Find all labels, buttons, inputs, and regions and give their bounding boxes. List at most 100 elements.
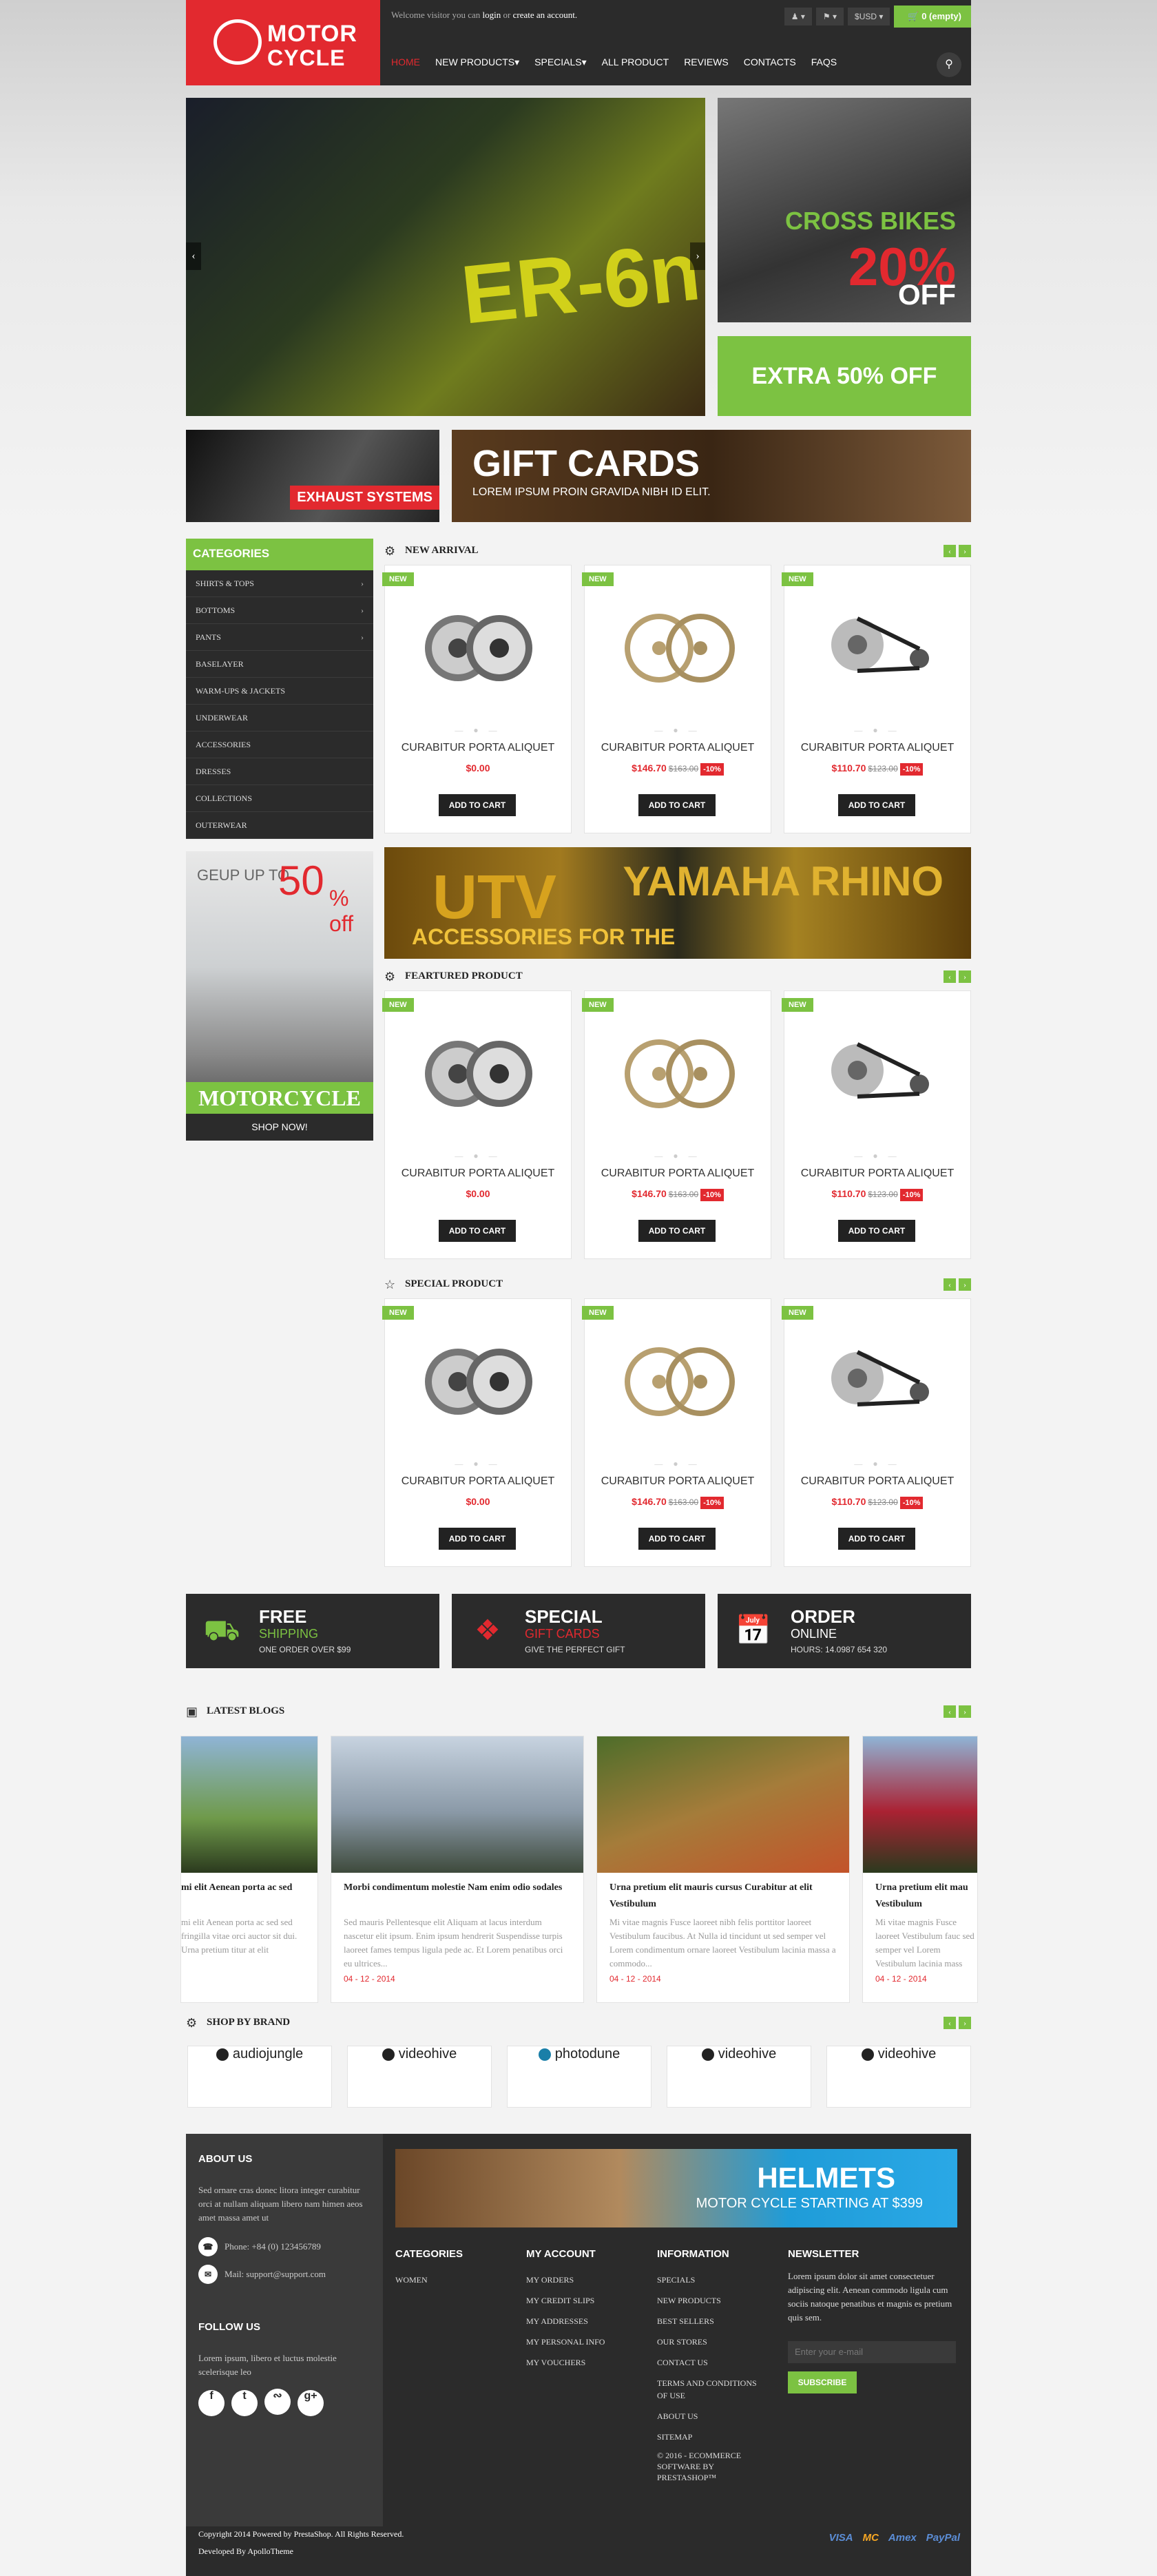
utv-accessories-banner[interactable]: UTV ACCESSORIES FOR THE YAMAHA RHINO xyxy=(384,847,971,959)
add-to-cart-button[interactable]: ADD TO CART xyxy=(838,794,915,816)
exhaust-banner[interactable]: EXHAUST SYSTEMS xyxy=(186,430,439,522)
main-slider[interactable]: ER-6n ‹ › xyxy=(186,98,705,416)
footer-link[interactable]: MY ADDRESSES xyxy=(526,2311,643,2331)
add-to-cart-button[interactable]: ADD TO CART xyxy=(838,1528,915,1550)
add-to-cart-button[interactable]: ADD TO CART xyxy=(638,1528,716,1550)
brand-logo[interactable]: audiojungle xyxy=(187,2046,332,2108)
user-menu-button[interactable]: ♟ ▾ xyxy=(784,8,812,25)
slider-next-button[interactable]: › xyxy=(690,242,705,270)
product-card[interactable]: NEW — ● — CURABITUR PORTA ALIQUET $110.7… xyxy=(782,565,971,833)
carousel-prev-button[interactable]: ‹ xyxy=(944,2017,956,2029)
extra-off-banner[interactable]: EXTRA 50% OFF xyxy=(718,336,971,416)
cart-button[interactable]: 🛒 0 (empty) xyxy=(894,6,971,28)
footer-link[interactable]: MY VOUCHERS xyxy=(526,2352,643,2373)
category-item[interactable]: WARM-UPS & JACKETS xyxy=(186,678,373,705)
footer-link[interactable]: WOMEN xyxy=(395,2269,512,2290)
blog-title[interactable]: Morbi condimentum molestie Nam enim odio… xyxy=(344,1880,571,1896)
footer-link[interactable]: ABOUT US xyxy=(657,2406,760,2427)
product-name[interactable]: CURABITUR PORTA ALIQUET xyxy=(385,1475,571,1488)
language-selector[interactable]: ⚑ ▾ xyxy=(815,8,844,25)
product-name[interactable]: CURABITUR PORTA ALIQUET xyxy=(784,742,970,754)
blog-title[interactable]: Urna pretium elit mauris cursus Curabitu… xyxy=(609,1880,837,1913)
promo-shop-now[interactable]: SHOP NOW! xyxy=(186,1114,373,1141)
footer-link[interactable]: TERMS AND CONDITIONS OF USE xyxy=(657,2377,760,2402)
product-card[interactable]: NEW — ● — CURABITUR PORTA ALIQUET $146.7… xyxy=(582,565,771,833)
nav-contacts[interactable]: CONTACTS xyxy=(744,56,796,68)
product-name[interactable]: CURABITUR PORTA ALIQUET xyxy=(385,1167,571,1180)
product-name[interactable]: CURABITUR PORTA ALIQUET xyxy=(784,1475,970,1488)
carousel-prev-button[interactable]: ‹ xyxy=(944,1278,956,1291)
carousel-prev-button[interactable]: ‹ xyxy=(944,1705,956,1718)
carousel-next-button[interactable]: › xyxy=(959,1705,971,1718)
category-item[interactable]: BOTTOMS › xyxy=(186,597,373,624)
twitter-icon[interactable]: t xyxy=(231,2390,258,2416)
carousel-next-button[interactable]: › xyxy=(959,545,971,557)
brand-logo[interactable]: videohive xyxy=(826,2046,971,2108)
category-item[interactable]: DRESSES xyxy=(186,758,373,785)
category-item[interactable]: PANTS › xyxy=(186,624,373,651)
nav-specials[interactable]: SPECIALS▾ xyxy=(534,56,587,68)
footer-link[interactable]: SITEMAP xyxy=(657,2427,760,2447)
blog-card[interactable]: Urna pretium elit mau Vestibulum Mi vita… xyxy=(862,1736,978,2003)
carousel-next-button[interactable]: › xyxy=(959,970,971,983)
subscribe-button[interactable]: SUBSCRIBE xyxy=(788,2371,857,2393)
category-item[interactable]: ACCESSORIES xyxy=(186,731,373,758)
product-name[interactable]: CURABITUR PORTA ALIQUET xyxy=(385,742,571,754)
product-name[interactable]: CURABITUR PORTA ALIQUET xyxy=(585,742,771,754)
helmets-banner[interactable]: HELMETS MOTOR CYCLE STARTING AT $399 xyxy=(395,2149,957,2227)
blog-title[interactable]: Urna pretium elit mau Vestibulum xyxy=(875,1880,977,1913)
product-card[interactable]: NEW — ● — CURABITUR PORTA ALIQUET $0.00 … xyxy=(382,990,572,1259)
category-item[interactable]: COLLECTIONS xyxy=(186,785,373,812)
create-account-link[interactable]: create an account. xyxy=(513,10,577,20)
brand-logo[interactable]: videohive xyxy=(667,2046,811,2108)
brand-logo[interactable]: videohive xyxy=(347,2046,492,2108)
cross-bikes-banner[interactable]: CROSS BIKES 20% OFF xyxy=(718,98,971,322)
blog-card[interactable]: Urna pretium elit mauris cursus Curabitu… xyxy=(596,1736,850,2003)
footer-link[interactable]: CONTACT US xyxy=(657,2352,760,2373)
newsletter-email-input[interactable]: Enter your e-mail xyxy=(788,2341,956,2363)
product-name[interactable]: CURABITUR PORTA ALIQUET xyxy=(585,1167,771,1180)
slider-prev-button[interactable]: ‹ xyxy=(186,242,201,270)
add-to-cart-button[interactable]: ADD TO CART xyxy=(638,1220,716,1242)
add-to-cart-button[interactable]: ADD TO CART xyxy=(638,794,716,816)
carousel-next-button[interactable]: › xyxy=(959,1278,971,1291)
product-name[interactable]: CURABITUR PORTA ALIQUET xyxy=(585,1475,771,1488)
nav-all-product[interactable]: ALL PRODUCT xyxy=(602,56,669,68)
currency-selector[interactable]: $USD ▾ xyxy=(848,8,890,25)
nav-faqs[interactable]: FAQS xyxy=(811,56,837,68)
product-card[interactable]: NEW — ● — CURABITUR PORTA ALIQUET $146.7… xyxy=(582,990,771,1259)
product-card[interactable]: NEW — ● — CURABITUR PORTA ALIQUET $146.7… xyxy=(582,1298,771,1567)
footer-link[interactable]: NEW PRODUCTS xyxy=(657,2290,760,2311)
add-to-cart-button[interactable]: ADD TO CART xyxy=(439,794,516,816)
add-to-cart-button[interactable]: ADD TO CART xyxy=(439,1220,516,1242)
category-item[interactable]: UNDERWEAR xyxy=(186,705,373,731)
product-name[interactable]: CURABITUR PORTA ALIQUET xyxy=(784,1167,970,1180)
carousel-next-button[interactable]: › xyxy=(959,2017,971,2029)
facebook-icon[interactable]: f xyxy=(198,2390,225,2416)
blog-card[interactable]: mi elit Aenean porta ac sed mi elit Aene… xyxy=(180,1736,318,2003)
footer-link[interactable]: SPECIALS xyxy=(657,2269,760,2290)
footer-link[interactable]: BEST SELLERS xyxy=(657,2311,760,2331)
nav-home[interactable]: HOME xyxy=(391,56,420,68)
site-logo[interactable]: MOTOR CYCLE xyxy=(186,0,380,85)
add-to-cart-button[interactable]: ADD TO CART xyxy=(838,1220,915,1242)
product-card[interactable]: NEW — ● — CURABITUR PORTA ALIQUET $110.7… xyxy=(782,990,971,1259)
footer-link[interactable]: OUR STORES xyxy=(657,2331,760,2352)
product-card[interactable]: NEW — ● — CURABITUR PORTA ALIQUET $110.7… xyxy=(782,1298,971,1567)
carousel-prev-button[interactable]: ‹ xyxy=(944,970,956,983)
category-item[interactable]: SHIRTS & TOPS › xyxy=(186,570,373,597)
rss-icon[interactable]: ∾ xyxy=(264,2389,291,2415)
footer-link[interactable]: MY PERSONAL INFO xyxy=(526,2331,643,2352)
gift-cards-banner[interactable]: GIFT CARDS LOREM IPSUM PROIN GRAVIDA NIB… xyxy=(452,430,971,522)
add-to-cart-button[interactable]: ADD TO CART xyxy=(439,1528,516,1550)
motorcycle-promo-banner[interactable]: GEUP UP TO 50 % off MOTORCYCLE SHOP NOW! xyxy=(186,851,373,1141)
login-link[interactable]: login xyxy=(483,10,501,20)
blog-card[interactable]: Morbi condimentum molestie Nam enim odio… xyxy=(331,1736,584,2003)
product-card[interactable]: NEW — ● — CURABITUR PORTA ALIQUET $0.00 … xyxy=(382,565,572,833)
category-item[interactable]: OUTERWEAR xyxy=(186,812,373,839)
brand-logo[interactable]: photodune xyxy=(507,2046,652,2108)
search-button[interactable]: ⚲ xyxy=(937,52,961,77)
carousel-prev-button[interactable]: ‹ xyxy=(944,545,956,557)
nav-reviews[interactable]: REVIEWS xyxy=(684,56,729,68)
blog-title[interactable]: mi elit Aenean porta ac sed xyxy=(181,1880,312,1896)
